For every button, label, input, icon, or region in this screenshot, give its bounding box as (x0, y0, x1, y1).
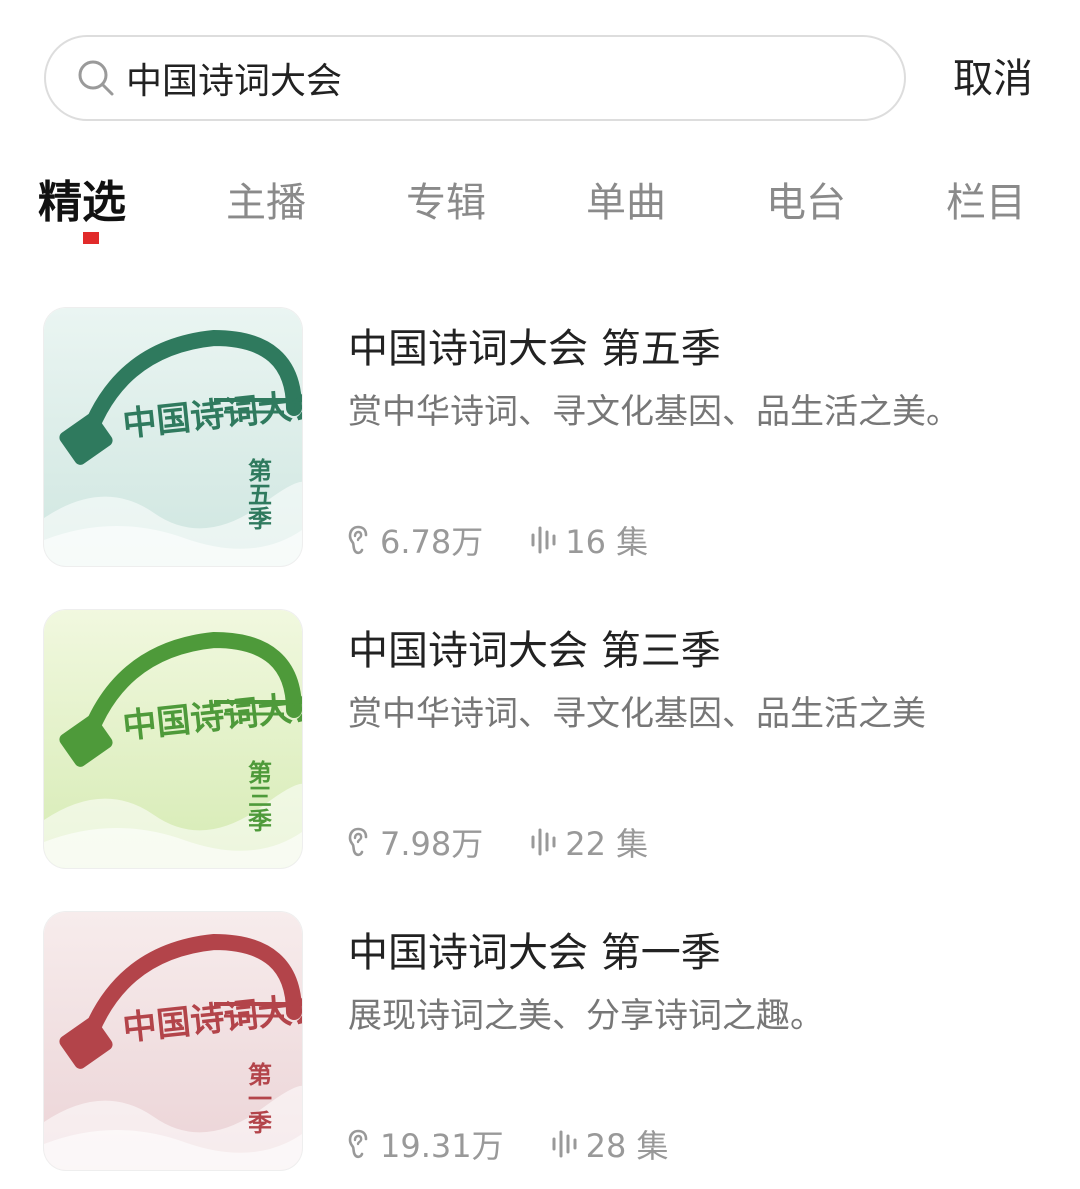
album-stats: 7.98万 22 集 (344, 820, 648, 864)
album-description: 赏中华诗词、寻文化基因、品生活之美。 (348, 392, 960, 432)
album-title[interactable]: 中国诗词大会 第五季 (348, 316, 721, 374)
audio-wave-icon (550, 1127, 580, 1161)
tab-columns[interactable]: 栏目 (946, 170, 1026, 236)
cover-art: 中国诗词大会 第五季 (44, 308, 302, 566)
audio-wave-icon (529, 825, 559, 859)
play-count: 7.98万 (344, 819, 483, 865)
tab-tracks[interactable]: 单曲 (586, 170, 666, 236)
ear-icon (344, 1127, 374, 1161)
album-title[interactable]: 中国诗词大会 第三季 (348, 618, 721, 676)
ear-icon (344, 523, 374, 557)
album-cover[interactable]: 中国诗词大会 第五季 (44, 308, 302, 566)
album-stats: 6.78万 16 集 (344, 518, 648, 562)
play-count: 6.78万 (344, 517, 483, 563)
tab-hosts[interactable]: 主播 (226, 170, 306, 236)
episode-count-value: 16 集 (565, 523, 649, 561)
play-count-value: 7.98万 (380, 825, 484, 863)
cover-season-label: 第三季 (244, 759, 273, 833)
album-cover[interactable]: 中国诗词大会 第一季 (44, 912, 302, 1170)
search-input[interactable] (126, 48, 846, 108)
album-stats: 19.31万 28 集 (344, 1122, 669, 1166)
episode-count: 16 集 (529, 517, 648, 563)
play-count-value: 19.31万 (380, 1127, 504, 1165)
tab-featured[interactable]: 精选 (38, 170, 126, 236)
cover-season-label: 第五季 (244, 457, 273, 531)
tab-radio[interactable]: 电台 (766, 170, 846, 236)
play-count: 19.31万 (344, 1121, 504, 1167)
result-item[interactable]: 中国诗词大会 第一季 中国诗词大会 第一季 展现诗词之美、分享诗词之趣。 19.31… (0, 912, 1080, 1174)
search-icon (74, 56, 118, 100)
play-count-value: 6.78万 (380, 523, 484, 561)
result-item[interactable]: 中国诗词大会 第五季 中国诗词大会 第五季 赏中华诗词、寻文化基因、品生活之美。 6… (0, 308, 1080, 570)
cover-art: 中国诗词大会 第一季 (44, 912, 302, 1170)
ear-icon (344, 825, 374, 859)
episode-count-value: 28 集 (585, 1127, 669, 1165)
tab-albums[interactable]: 专辑 (406, 170, 486, 236)
active-tab-indicator (83, 232, 99, 244)
episode-count: 28 集 (550, 1121, 669, 1167)
album-title[interactable]: 中国诗词大会 第一季 (348, 920, 721, 978)
album-description: 赏中华诗词、寻文化基因、品生活之美 (348, 694, 926, 734)
cancel-button[interactable]: 取消 (938, 50, 1048, 108)
result-item[interactable]: 中国诗词大会 第三季 中国诗词大会 第三季 赏中华诗词、寻文化基因、品生活之美 7.… (0, 610, 1080, 872)
album-description: 展现诗词之美、分享诗词之趣。 (348, 996, 824, 1036)
album-cover[interactable]: 中国诗词大会 第三季 (44, 610, 302, 868)
episode-count-value: 22 集 (565, 825, 649, 863)
category-tabs: 精选 主播 专辑 单曲 电台 栏目 (0, 170, 1080, 250)
search-bar[interactable] (44, 35, 906, 121)
cover-season-label: 第一季 (244, 1061, 273, 1135)
cover-art: 中国诗词大会 第三季 (44, 610, 302, 868)
episode-count: 22 集 (529, 819, 648, 865)
audio-wave-icon (529, 523, 559, 557)
